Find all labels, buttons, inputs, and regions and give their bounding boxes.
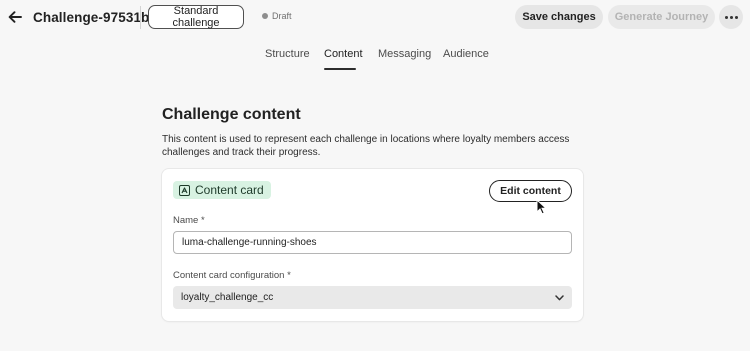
tab-structure[interactable]: Structure <box>265 48 310 60</box>
edit-content-button[interactable]: Edit content <box>489 180 572 202</box>
config-selected-value: loyalty_challenge_cc <box>181 292 274 303</box>
chevron-down-icon <box>555 294 564 300</box>
config-field-label: Content card configuration * <box>173 270 291 281</box>
more-horizontal-icon <box>724 15 728 19</box>
content-card-icon <box>179 184 190 196</box>
mouse-pointer-icon <box>536 199 548 215</box>
section-description: This content is used to represent each c… <box>162 134 570 158</box>
name-field-label: Name * <box>173 215 205 226</box>
status-dot <box>262 13 268 19</box>
tab-bar: Structure Content Messaging Audience <box>0 46 750 72</box>
more-actions-button[interactable] <box>719 5 743 29</box>
arrow-left-icon <box>8 11 22 23</box>
name-input[interactable] <box>173 231 572 254</box>
page-title: Challenge-97531bb4 <box>33 10 166 25</box>
header-divider <box>140 6 141 29</box>
tab-audience[interactable]: Audience <box>443 48 489 60</box>
generate-journey-button[interactable]: Generate Journey <box>608 5 715 29</box>
active-tab-indicator <box>324 68 356 70</box>
status-label: Draft <box>272 11 292 21</box>
tab-content[interactable]: Content <box>324 48 363 60</box>
section-title: Challenge content <box>162 106 301 123</box>
save-changes-button[interactable]: Save changes <box>515 5 603 29</box>
top-header: Challenge-97531bb4 Standard challenge Dr… <box>0 0 750 36</box>
back-button[interactable] <box>6 8 24 26</box>
challenge-type-button[interactable]: Standard challenge <box>148 5 244 29</box>
content-card-badge: Content card <box>173 181 271 199</box>
content-card-config-select[interactable]: loyalty_challenge_cc <box>173 286 572 309</box>
content-card-badge-label: Content card <box>195 183 264 197</box>
tab-messaging[interactable]: Messaging <box>378 48 431 60</box>
status-indicator: Draft <box>262 11 292 21</box>
content-card-panel: Content card Edit content Name * Content… <box>162 169 583 321</box>
